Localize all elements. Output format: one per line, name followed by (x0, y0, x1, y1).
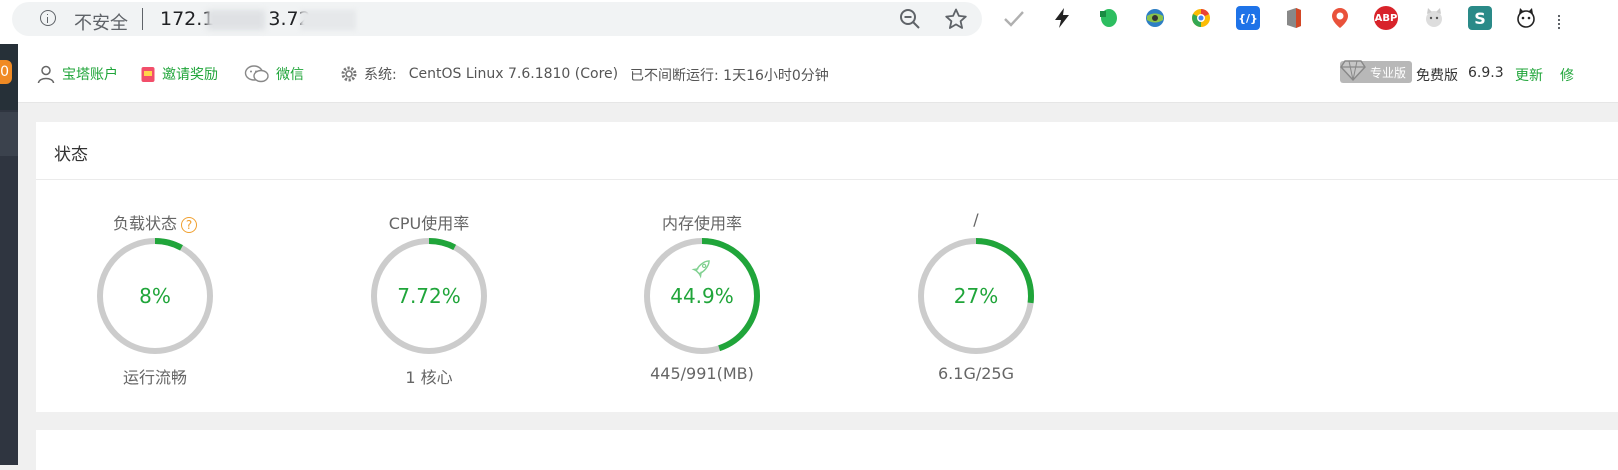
rocket-icon[interactable] (691, 257, 713, 279)
account-label: 宝塔账户 (62, 67, 118, 83)
redacted-url-part (207, 10, 265, 30)
panel-title: 状态 (54, 145, 88, 165)
gear-icon (341, 66, 357, 82)
gauge-subtext: 1 核心 (405, 368, 453, 387)
wechat-icon (244, 65, 269, 83)
cpu-gauge[interactable]: CPU使用率 7.72% 1 核心 (339, 204, 519, 387)
system-info: 系统: CentOS Linux 7.6.1810 (Core) (340, 64, 618, 84)
lightning-icon[interactable] (1050, 6, 1074, 30)
map-pin-icon[interactable] (1328, 6, 1352, 30)
gauge-label: CPU使用率 (388, 214, 470, 233)
adblock-icon[interactable]: ABP (1374, 6, 1398, 30)
wechat-label: 微信 (276, 67, 304, 83)
system-value: CentOS Linux 7.6.1810 (Core) (408, 66, 619, 82)
cat-face-icon[interactable] (1514, 6, 1538, 30)
gauge-value: 44.9% (670, 284, 734, 308)
uptime-text: 已不间断运行: 1天16小时0分钟 (630, 68, 829, 84)
version-number: 6.9.3 (1468, 65, 1504, 81)
globe-icon[interactable] (1143, 6, 1167, 30)
update-link[interactable]: 更新 (1515, 65, 1543, 85)
account-link[interactable]: 宝塔账户 (36, 64, 118, 84)
divider (36, 179, 1618, 180)
invite-link[interactable]: 邀请奖励 (140, 64, 218, 84)
menu-icon[interactable] (1558, 15, 1563, 29)
load-gauge[interactable]: 负载状态? 8% 运行流畅 (65, 204, 245, 387)
gauge-label: 负载状态? (65, 210, 245, 234)
evernote-icon[interactable] (1096, 6, 1120, 30)
gauge-label: 内存使用率 (661, 214, 742, 233)
zoom-out-icon[interactable] (898, 7, 922, 31)
star-icon[interactable] (944, 7, 968, 31)
check-icon[interactable] (1002, 6, 1026, 30)
code-icon[interactable]: {/} (1236, 6, 1260, 30)
status-panel: 状态 负载状态? 8% 运行流畅 CPU使用率 7.72% 1 核心 内存使用率 (36, 122, 1618, 412)
disk-gauge[interactable]: / 27% 6.1G/25G (886, 204, 1066, 384)
sidebar-item-active[interactable] (0, 112, 18, 156)
redacted-url-part (300, 10, 356, 30)
wechat-link[interactable]: 微信 (244, 64, 304, 84)
system-prefix: 系统: (364, 67, 397, 83)
address-bar[interactable]: 不安全 172.1 3.72: (12, 2, 982, 36)
invite-label: 邀请奖励 (162, 67, 218, 83)
memory-gauge[interactable]: 内存使用率 44.9% 445/991(MB) (612, 204, 792, 384)
top-bar: 宝塔账户 邀请奖励 微信 系统: CentOS Linux 7.6.1810 (… (18, 44, 1618, 103)
s-icon[interactable]: S (1468, 6, 1492, 30)
diamond-icon (1340, 60, 1366, 82)
gauge-subtext: 运行流畅 (122, 368, 187, 387)
free-version-label: 免费版 (1416, 68, 1458, 84)
next-panel (36, 430, 1618, 470)
browser-toolbar: 不安全 172.1 3.72: {/} ABP S (0, 0, 1618, 45)
divider (142, 8, 143, 30)
gauge-value: 7.72% (397, 284, 461, 308)
gift-icon (141, 67, 155, 82)
pro-label: 专业版 (1369, 65, 1406, 80)
info-icon[interactable] (40, 10, 56, 26)
security-label[interactable]: 不安全 (74, 9, 128, 35)
repair-link[interactable]: 修 (1560, 65, 1574, 85)
office-icon[interactable] (1282, 6, 1306, 30)
gauge-value: 8% (139, 284, 171, 308)
gauge-subtext: 445/991(MB) (650, 364, 754, 383)
user-icon (37, 65, 55, 84)
cat-icon[interactable] (1422, 6, 1446, 30)
gauge-label: / (973, 210, 979, 229)
gauge-value: 27% (953, 284, 999, 308)
notification-badge[interactable]: 0 (0, 60, 12, 84)
gauge-subtext: 6.1G/25G (938, 364, 1014, 383)
chrome-ext-icon[interactable] (1189, 6, 1213, 30)
help-icon[interactable]: ? (181, 216, 197, 233)
